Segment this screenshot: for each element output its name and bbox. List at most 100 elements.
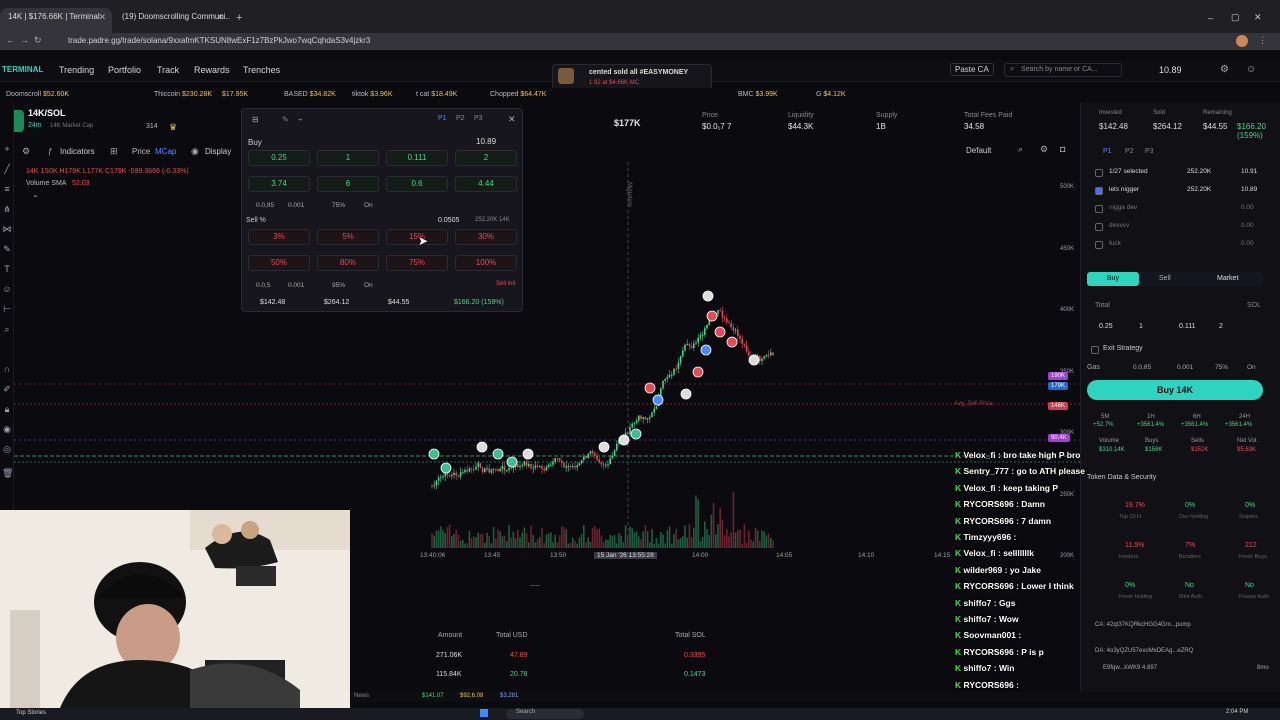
- col-amount[interactable]: Amount: [438, 632, 462, 639]
- text-icon[interactable]: T: [2, 264, 12, 274]
- security-title[interactable]: Token Data & Security: [1087, 474, 1156, 481]
- trade-marker[interactable]: [476, 441, 488, 453]
- preset-icon[interactable]: ⊟: [252, 115, 259, 124]
- trade-marker[interactable]: [692, 366, 704, 378]
- close-icon[interactable]: ✕: [216, 12, 224, 23]
- preset-p2[interactable]: P2: [456, 115, 465, 122]
- dev-wallet[interactable]: E9fqw...kWK9 4.897: [1103, 665, 1157, 671]
- buy-amount-button[interactable]: 4.44: [455, 176, 517, 192]
- sell-pct-button[interactable]: 50%: [248, 255, 310, 271]
- buy-setting[interactable]: 75%: [332, 202, 345, 209]
- trade-marker[interactable]: [440, 462, 452, 474]
- brand-logo[interactable]: TERMINAL: [2, 65, 43, 74]
- close-icon[interactable]: ✕: [98, 12, 106, 23]
- settings-icon[interactable]: ⚙: [1220, 64, 1229, 75]
- exit-strategy-checkbox[interactable]: [1091, 346, 1099, 354]
- buy-amount-button[interactable]: 6: [317, 176, 379, 192]
- quick-amount-button[interactable]: 0.111: [1179, 323, 1195, 330]
- trade-marker[interactable]: [726, 336, 738, 348]
- sell-pct-button[interactable]: 30%: [455, 229, 517, 245]
- nav-portfolio[interactable]: Portfolio: [108, 65, 141, 75]
- sell-setting[interactable]: On: [364, 282, 373, 289]
- wallet-checkbox[interactable]: [1095, 223, 1103, 231]
- maximize-icon[interactable]: ▢: [1231, 12, 1240, 23]
- fib-icon[interactable]: ⋔: [2, 204, 12, 214]
- panel-preset-p3[interactable]: P3: [1145, 148, 1154, 155]
- quick-amount-button[interactable]: 1: [1139, 323, 1143, 330]
- start-icon[interactable]: [480, 709, 488, 717]
- trash-icon[interactable]: 🗑︎: [2, 468, 13, 478]
- pencil-icon[interactable]: ✐: [2, 384, 12, 394]
- trade-marker[interactable]: [428, 448, 440, 460]
- trade-marker[interactable]: [702, 290, 714, 302]
- col-total-usd[interactable]: Total USD: [496, 632, 528, 639]
- wallet-checkbox[interactable]: [1095, 205, 1103, 213]
- trade-marker[interactable]: [492, 448, 504, 460]
- ruler-icon[interactable]: ⊢: [2, 304, 12, 314]
- trade-marker[interactable]: [706, 310, 718, 322]
- buy-button[interactable]: Buy 14K: [1087, 380, 1263, 400]
- buy-amount-button[interactable]: 0.6: [386, 176, 448, 192]
- trade-marker[interactable]: [680, 388, 692, 400]
- ticker-item[interactable]: BASED $34.82K: [284, 91, 336, 98]
- sell-pct-button[interactable]: 3%: [248, 229, 310, 245]
- ticker-item[interactable]: BMC $3.99K: [738, 91, 778, 98]
- buy-amount-button[interactable]: 3.74: [248, 176, 310, 192]
- emoji-icon[interactable]: ☺: [2, 284, 12, 294]
- brush-icon[interactable]: ✎: [2, 244, 12, 254]
- price-chart[interactable]: 14K/SOL 24m 14K Market Cap 314 ♛ ⚙ ƒ Ind…: [14, 102, 1080, 572]
- nav-trending[interactable]: Trending: [59, 65, 94, 75]
- menu-icon[interactable]: ⋮: [1258, 35, 1267, 46]
- nav-track[interactable]: Track: [157, 65, 179, 75]
- nav-rewards[interactable]: Rewards: [194, 65, 230, 75]
- profile-avatar[interactable]: [1236, 35, 1248, 47]
- sell-init-link[interactable]: Sell init: [496, 281, 515, 287]
- lock-icon[interactable]: 🔒︎: [2, 404, 12, 414]
- close-icon[interactable]: ✕: [508, 114, 516, 125]
- reload-icon[interactable]: ↻: [34, 35, 42, 46]
- url-field[interactable]: trade.padre.gg/trade/solana/9xxafmKTKSUN…: [68, 36, 370, 45]
- trade-marker[interactable]: [652, 394, 664, 406]
- trade-marker[interactable]: [700, 344, 712, 356]
- sell-pct-button[interactable]: 80%: [317, 255, 379, 271]
- ticker-item[interactable]: Chopped $64.47K: [490, 91, 546, 98]
- search-input[interactable]: Search by name or CA...: [1004, 63, 1122, 77]
- trade-marker[interactable]: [644, 382, 656, 394]
- preset-p1[interactable]: P1: [438, 115, 447, 122]
- col-total-sol[interactable]: Total SOL: [675, 632, 706, 639]
- window-close-icon[interactable]: ✕: [1254, 12, 1262, 23]
- trade-marker[interactable]: [630, 428, 642, 440]
- ticker-item[interactable]: t cat $18.49K: [416, 91, 457, 98]
- buy-setting[interactable]: 0.001: [288, 202, 304, 209]
- tab-terminal[interactable]: 14K | $176.66K | Terminal ✕: [0, 8, 112, 33]
- trendline-icon[interactable]: ╱: [2, 164, 12, 174]
- eye-icon[interactable]: ◉: [2, 424, 12, 434]
- quick-amount-button[interactable]: 2: [1219, 323, 1223, 330]
- ticker-item[interactable]: tiktok $3.96K: [352, 91, 392, 98]
- nav-trenches[interactable]: Trenches: [243, 65, 280, 75]
- visibility-icon[interactable]: ◎: [2, 444, 12, 454]
- ticker-item[interactable]: G $4.12K: [816, 91, 846, 98]
- sell-setting[interactable]: 95%: [332, 282, 345, 289]
- edit-icon[interactable]: ✎: [282, 115, 289, 124]
- trade-marker[interactable]: [506, 456, 518, 468]
- trade-marker[interactable]: [598, 441, 610, 453]
- ticker-item[interactable]: Thiccoin $230.28K: [154, 91, 212, 98]
- wallet-checkbox[interactable]: [1095, 241, 1103, 249]
- panel-preset-p2[interactable]: P2: [1125, 148, 1134, 155]
- lines-icon[interactable]: ≡: [2, 184, 12, 194]
- trade-marker[interactable]: [714, 326, 726, 338]
- pattern-icon[interactable]: ⋈: [2, 224, 12, 234]
- sell-setting[interactable]: 0.0,5: [256, 282, 270, 289]
- buy-setting[interactable]: 0.0,85: [256, 202, 274, 209]
- tab-market[interactable]: Market: [1217, 275, 1238, 282]
- user-icon[interactable]: ☺: [1246, 64, 1256, 75]
- sell-pct-button[interactable]: 5%: [317, 229, 379, 245]
- trade-marker[interactable]: [618, 434, 630, 446]
- buy-amount-button[interactable]: 2: [455, 150, 517, 166]
- panel-preset-p1[interactable]: P1: [1103, 148, 1112, 155]
- wallet-checkbox[interactable]: [1095, 187, 1103, 195]
- tab-buy[interactable]: Buy: [1087, 272, 1139, 286]
- ticker-item[interactable]: $17.95K: [222, 91, 248, 98]
- trade-marker[interactable]: [522, 448, 534, 460]
